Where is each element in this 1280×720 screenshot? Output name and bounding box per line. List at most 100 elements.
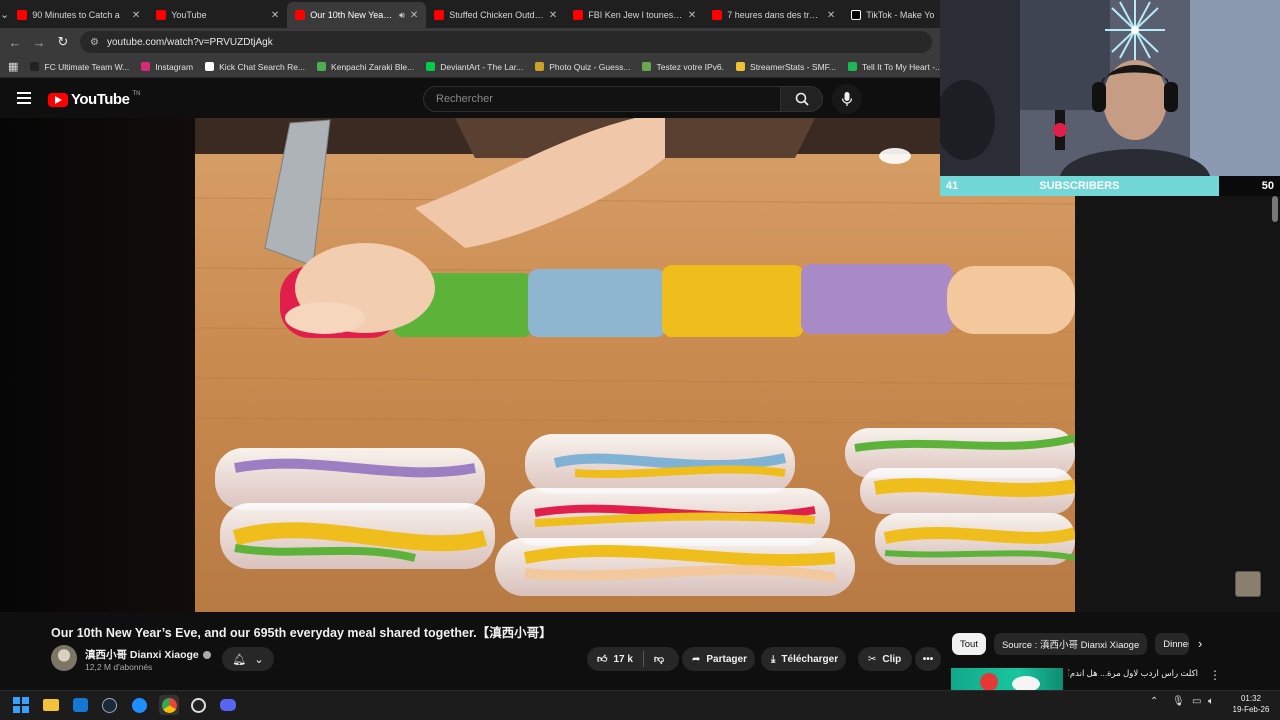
discord-icon[interactable] <box>218 695 238 715</box>
subscriber-count: 41 <box>946 180 959 192</box>
bookmark-label: Testez votre IPv6. <box>656 61 725 72</box>
volume-icon[interactable]: 🔈︎ <box>1208 696 1214 707</box>
recommended-video-thumbnail[interactable] <box>951 668 1063 690</box>
browser-tab[interactable]: FBI Ken Jew l tounes тн😄 ✕ <box>565 2 704 28</box>
subscriber-goal: 50 <box>1261 180 1274 192</box>
subscriber-goal-progress: 41 SUBSCRIBERS <box>940 176 1219 196</box>
bookmark-label: DeviantArt - The Lar... <box>440 61 524 72</box>
browser-tab[interactable]: Our 10th New Year's E 🔊︎ ✕ <box>287 2 427 28</box>
site-info-icon[interactable]: ⚙ <box>90 37 99 48</box>
youtube-icon <box>295 10 306 20</box>
chevron-right-icon[interactable]: › <box>1198 636 1202 651</box>
download-label: Télécharger <box>781 653 839 665</box>
recommended-video-title[interactable]: اكلت راس اردب لاول مرة... هل اندم؟ <box>1068 668 1198 679</box>
close-tab-icon[interactable]: ✕ <box>132 10 140 21</box>
apps-grid-icon[interactable]: ▦ <box>8 60 18 73</box>
back-arrow-icon[interactable]: ← <box>8 35 22 50</box>
more-actions-button[interactable]: ••• <box>915 647 941 671</box>
bookmark-favicon-icon <box>848 62 857 71</box>
battlenet-icon[interactable] <box>129 695 149 715</box>
steam-icon[interactable] <box>99 695 119 715</box>
outlook-icon[interactable] <box>70 695 90 715</box>
related-filter-chips: Tout Source : 滇西小哥 Dianxi Xiaoge Dinners <box>952 633 1190 655</box>
browser-tab[interactable]: 7 heures dans des trous d ✕ <box>704 2 843 28</box>
youtube-icon <box>156 10 167 20</box>
tab-title: Stuffed Chicken Outdoor <box>449 10 544 20</box>
youtube-play-icon <box>48 92 68 107</box>
microphone-tray-icon[interactable]: 🎙︎ <box>1172 696 1185 707</box>
download-icon: ⤓ <box>771 653 776 665</box>
bookmark-label: Photo Quiz - Guess... <box>549 61 631 72</box>
channel-avatar[interactable] <box>51 645 77 671</box>
more-horizontal-icon: ••• <box>922 653 934 665</box>
close-tab-icon[interactable]: ✕ <box>688 10 696 21</box>
bookmark-item[interactable]: Testez votre IPv6. <box>642 62 724 72</box>
filter-chip[interactable]: Dinners <box>1155 633 1190 655</box>
close-tab-icon[interactable]: ✕ <box>549 10 557 21</box>
clock-time: 01:32 <box>1240 694 1262 703</box>
page-scrollbar[interactable] <box>1272 196 1278 222</box>
bookmark-item[interactable]: Tell It To My Heart -... <box>848 62 940 72</box>
obs-icon[interactable] <box>188 695 208 715</box>
bookmark-item[interactable]: Photo Quiz - Guess... <box>535 62 630 72</box>
scissors-icon: ✂ <box>868 653 877 665</box>
browser-tab-bar: ⌄ 90 Minutes to Catch a ✕ YouTube ✕ Our 10th… <box>0 0 940 28</box>
windows-start-icon[interactable] <box>11 695 31 715</box>
youtube-logo[interactable]: YouTube TN <box>48 91 140 108</box>
bookmark-item[interactable]: Kick Chat Search Re... <box>205 62 305 72</box>
bookmark-item[interactable]: FC Ultimate Team W... <box>30 62 129 72</box>
address-bar[interactable]: ⚙ youtube.com/watch?v=PRVUZDtjAgk <box>80 31 932 53</box>
recommended-more-icon[interactable]: ⋮ <box>1209 668 1221 682</box>
bookmark-item[interactable]: DeviantArt - The Lar... <box>426 62 523 72</box>
bookmark-label: Kick Chat Search Re... <box>219 61 306 72</box>
channel-name[interactable]: 滇西小哥 Dianxi Xiaoge <box>85 647 199 662</box>
tray-overflow-icon[interactable]: ⌃ <box>1150 696 1158 707</box>
bookmark-label: Kenpachi Zaraki Ble... <box>331 61 415 72</box>
tab-audio-icon[interactable]: 🔊︎ <box>399 10 405 21</box>
tab-title: 7 heures dans des trous d <box>727 10 822 20</box>
forward-arrow-icon[interactable]: → <box>32 35 46 50</box>
search-icon <box>795 92 809 106</box>
bookmark-item[interactable]: Instagram <box>141 62 193 72</box>
search-input[interactable]: Rechercher <box>423 86 781 112</box>
bookmark-item[interactable]: Kenpachi Zaraki Ble... <box>317 62 414 72</box>
clip-label: Clip <box>882 653 902 665</box>
bookmark-item[interactable]: StreamerStats - SMF... <box>736 62 836 72</box>
filter-chip[interactable]: Source : 滇西小哥 Dianxi Xiaoge <box>993 633 1148 655</box>
voice-search-button[interactable] <box>832 84 862 114</box>
miniplayer-thumbnail[interactable] <box>1235 571 1261 597</box>
close-tab-icon[interactable]: ✕ <box>410 10 418 21</box>
file-explorer-icon[interactable] <box>41 695 61 715</box>
bookmarks-bar: ▦ FC Ultimate Team W... Instagram Kick Cha… <box>0 56 940 78</box>
search-button[interactable] <box>781 86 823 112</box>
share-button[interactable]: ➦ Partager <box>682 647 755 671</box>
player-right-ambient <box>1075 195 1280 612</box>
tab-search-button[interactable]: ⌄ <box>0 0 9 28</box>
browser-tab[interactable]: 90 Minutes to Catch a ✕ <box>9 2 148 28</box>
channel-name-row[interactable]: 滇西小哥 Dianxi Xiaoge <box>85 647 211 662</box>
clip-button[interactable]: ✂ Clip <box>858 647 912 671</box>
search-placeholder: Rechercher <box>436 93 493 105</box>
browser-tab[interactable]: Stuffed Chicken Outdoor ✕ <box>426 2 565 28</box>
verified-check-icon <box>202 650 211 659</box>
browser-toolbar: ← → ↻ ⚙ youtube.com/watch?v=PRVUZDtjAgk <box>0 28 940 56</box>
menu-hamburger-icon[interactable] <box>17 92 31 104</box>
taskbar-clock[interactable]: 01:32 19-Feb-26 <box>1228 693 1274 715</box>
tiktok-icon <box>851 10 862 20</box>
channel-subscriber-count: 12,2 M d'abonnés <box>85 662 153 672</box>
bookmark-favicon-icon <box>317 62 327 71</box>
share-arrow-icon: ➦ <box>692 653 701 665</box>
filter-chip[interactable]: Tout <box>952 633 986 655</box>
download-button[interactable]: ⤓ Télécharger <box>761 647 846 671</box>
network-icon[interactable]: ▭ <box>1192 696 1201 707</box>
notification-bell-button[interactable]: 🔔︎ ⌄ <box>222 647 274 671</box>
bookmark-label: Instagram <box>155 61 194 72</box>
browser-tab[interactable]: YouTube ✕ <box>148 2 287 28</box>
close-tab-icon[interactable]: ✕ <box>271 10 279 21</box>
thumbs-up-icon: 👍︎ <box>597 654 608 665</box>
like-button[interactable]: 👍︎ 17 k <box>597 653 633 666</box>
chrome-icon[interactable] <box>159 695 179 715</box>
reload-icon[interactable]: ↻ <box>56 34 70 50</box>
dislike-button[interactable]: 👎︎ <box>654 653 664 665</box>
close-tab-icon[interactable]: ✕ <box>827 10 835 21</box>
